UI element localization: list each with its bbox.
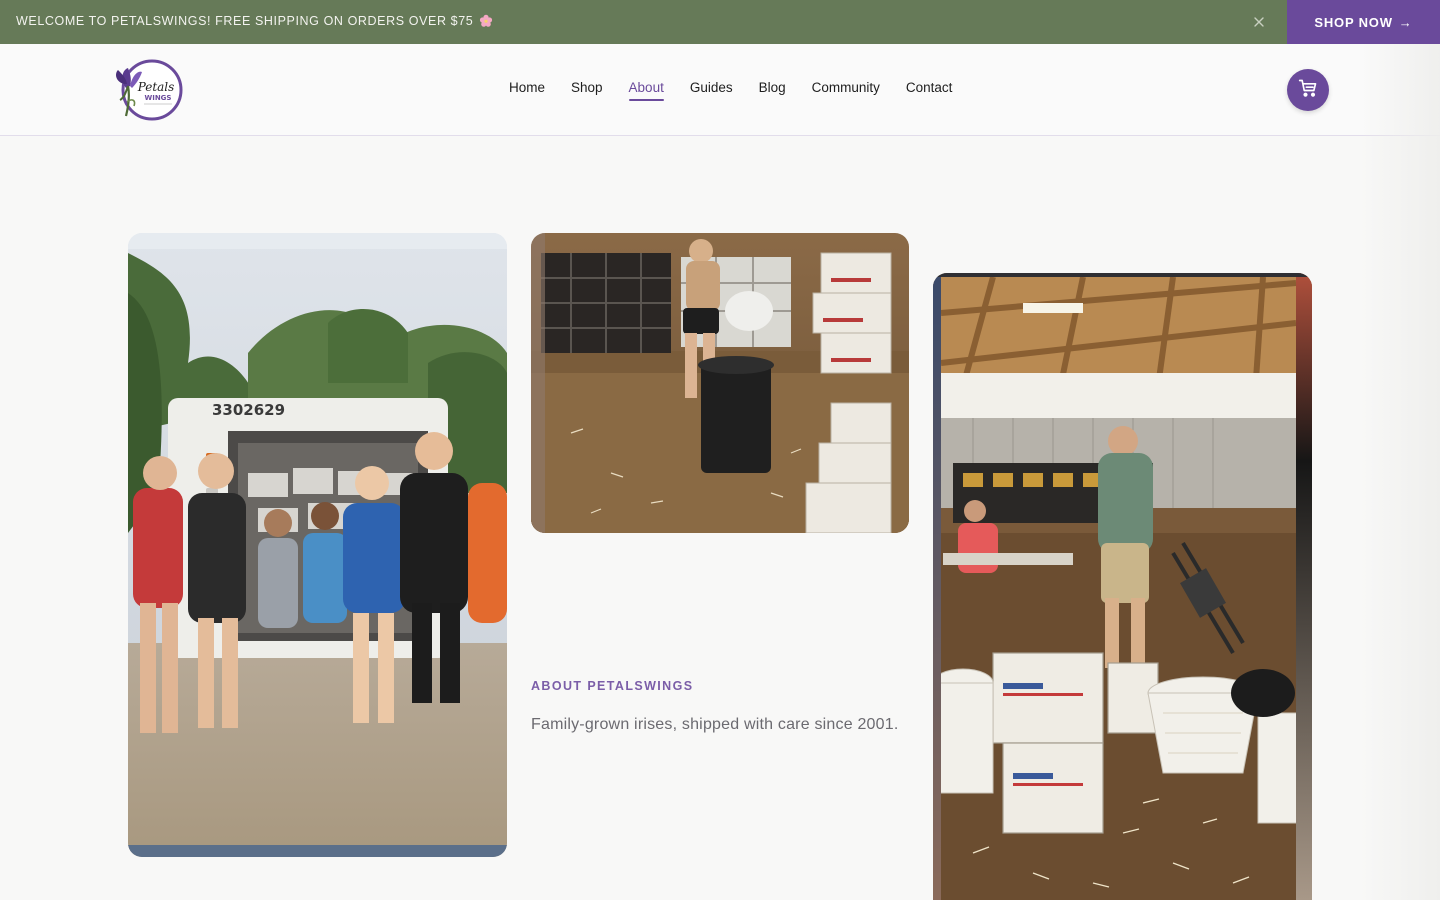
announcement-text: WELCOME TO PETALSWINGS! FREE SHIPPING ON… (16, 14, 474, 28)
svg-text:Petals: Petals (137, 80, 175, 94)
barn-packing-photo (933, 273, 1312, 900)
nav-contact[interactable]: Contact (893, 80, 966, 95)
site-header: Petals WINGS Home Shop About Guides Blog… (0, 44, 1440, 136)
about-eyebrow: ABOUT PETALSWINGS (531, 679, 694, 693)
shop-now-button[interactable]: SHOP NOW → (1287, 0, 1440, 44)
nav-community[interactable]: Community (799, 80, 893, 95)
announcement-message: WELCOME TO PETALSWINGS! FREE SHIPPING ON… (16, 14, 493, 28)
announcement-bar: WELCOME TO PETALSWINGS! FREE SHIPPING ON… (0, 0, 1440, 44)
about-tagline: Family-grown irises, shipped with care s… (531, 716, 899, 733)
warehouse-photo (531, 233, 909, 533)
main-nav: Home Shop About Guides Blog Community Co… (496, 80, 966, 101)
team-photo: 3302629 (128, 233, 507, 857)
nav-about[interactable]: About (616, 80, 677, 101)
nav-shop[interactable]: Shop (558, 80, 616, 95)
nav-home[interactable]: Home (496, 80, 558, 95)
petalswings-logo[interactable]: Petals WINGS (112, 58, 186, 122)
right-edge-fade (1360, 44, 1440, 900)
svg-text:WINGS: WINGS (145, 94, 172, 102)
cherry-blossom-icon (479, 14, 493, 28)
shopping-cart-icon (1298, 78, 1318, 103)
close-icon[interactable] (1250, 13, 1268, 31)
truck-number: 3302629 (212, 401, 285, 419)
nav-guides[interactable]: Guides (677, 80, 746, 95)
nav-blog[interactable]: Blog (746, 80, 799, 95)
cart-button[interactable] (1287, 69, 1329, 111)
arrow-right-icon: → (1398, 14, 1413, 30)
shop-now-label: SHOP NOW (1314, 14, 1393, 30)
